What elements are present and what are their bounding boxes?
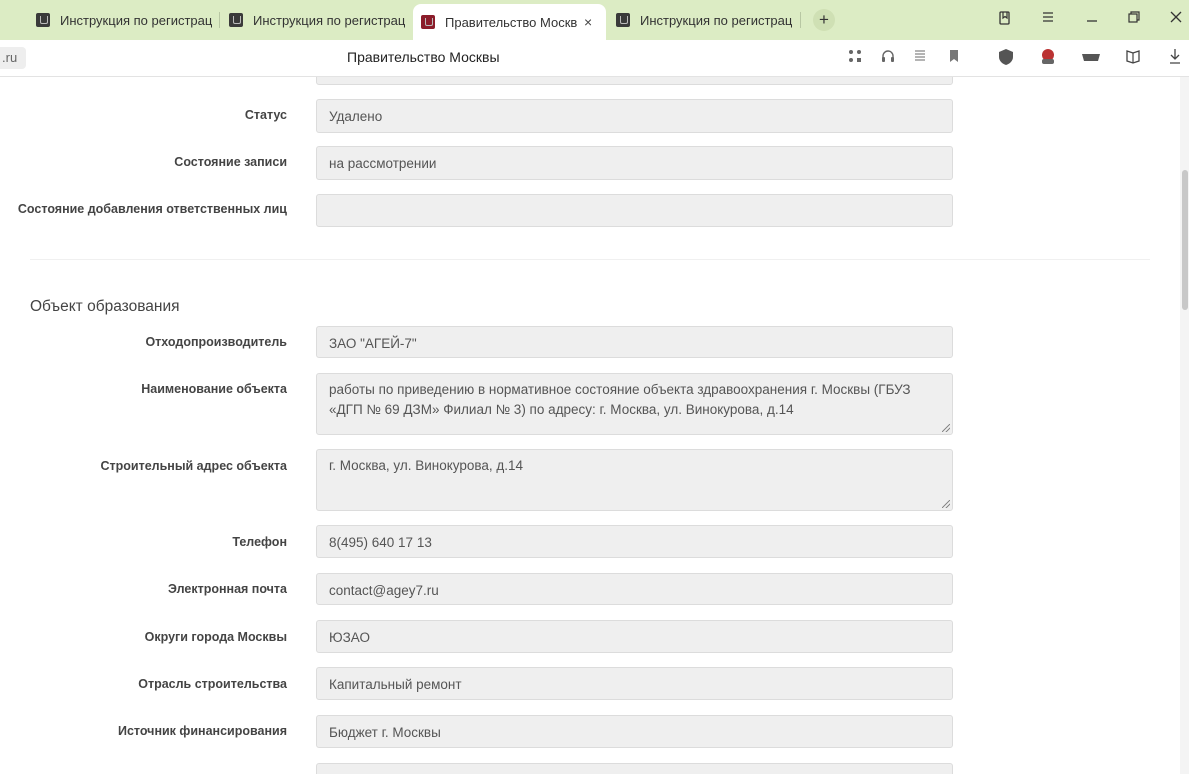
field-label: Строительный адрес объекта	[100, 459, 287, 473]
district-field[interactable]: ЮЗАО	[316, 620, 953, 653]
field-label: Округи города Москвы	[144, 630, 287, 644]
tab-label: Инструкция по регистрац	[640, 12, 793, 28]
tab-strip: Инструкция по регистрац Инструкция по ре…	[0, 0, 1189, 40]
tab-label: Правительство Москвы	[445, 14, 578, 30]
tab-label: Инструкция по регистрац	[253, 12, 406, 28]
label-box: Наименование объекта	[10, 380, 287, 420]
label-box: Округи города Москвы	[10, 628, 287, 668]
shield-icon[interactable]	[997, 48, 1015, 70]
record-state-field[interactable]: на рассмотрении	[316, 146, 953, 180]
cut-off-field	[316, 763, 953, 774]
browser-tab[interactable]: Инструкция по регистрац	[28, 4, 218, 36]
label-box: Телефон	[10, 533, 287, 573]
waste-producer-field[interactable]: ЗАО "АГЕЙ-7"	[316, 326, 953, 358]
field-label: Статус	[244, 108, 287, 122]
site-favicon-icon	[616, 13, 630, 27]
extension-icon[interactable]	[1038, 48, 1058, 70]
tab-separator	[800, 12, 801, 28]
browser-tab[interactable]: Инструкция по регистрац	[608, 4, 798, 36]
construction-industry-field[interactable]: Капитальный ремонт	[316, 667, 953, 700]
site-favicon-icon	[229, 13, 243, 27]
field-label: Наименование объекта	[141, 382, 287, 396]
downloads-tray-icon[interactable]	[1081, 48, 1101, 68]
field-label: Отходопроизводитель	[145, 335, 287, 349]
page-title: Правительство Москвы	[347, 49, 500, 65]
section-title: Объект образования	[30, 298, 180, 315]
tab-separator	[219, 12, 220, 28]
scrollbar-thumb[interactable]	[1182, 170, 1188, 310]
field-label: Телефон	[232, 535, 287, 549]
field-label: Источник финансирования	[117, 724, 287, 738]
label-box: Источник финансирования	[10, 722, 287, 762]
headphones-icon[interactable]	[880, 48, 896, 68]
close-tab-icon[interactable]: ×	[584, 14, 592, 30]
browser-tab-active[interactable]: Правительство Москвы ×	[413, 4, 606, 40]
phone-field[interactable]: 8(495) 640 17 13	[316, 525, 953, 558]
construction-address-textarea[interactable]: г. Москва, ул. Винокурова, д.14	[316, 449, 953, 511]
field-label: Отрасль строительства	[138, 677, 287, 691]
responsible-persons-state-field[interactable]	[316, 194, 953, 227]
label-box: Статус	[10, 106, 287, 146]
status-field[interactable]: Удалено	[316, 99, 953, 133]
funding-source-field[interactable]: Бюджет г. Москвы	[316, 715, 953, 748]
site-favicon-icon	[421, 15, 435, 29]
field-label: Электронная почта	[168, 582, 287, 596]
minimize-icon[interactable]	[1085, 10, 1099, 28]
label-box: Состояние записи	[10, 153, 287, 193]
resize-grip-icon[interactable]	[942, 424, 950, 432]
field-label: Состояние записи	[174, 155, 287, 169]
object-name-textarea[interactable]: работы по приведению в нормативное состо…	[316, 373, 953, 435]
download-icon[interactable]	[1168, 48, 1182, 68]
close-window-icon[interactable]	[1169, 10, 1183, 28]
cut-off-field	[316, 77, 953, 85]
email-field[interactable]: contact@agey7.ru	[316, 573, 953, 605]
menu-icon[interactable]	[1041, 10, 1055, 28]
page-content: Статус Удалено Состояние записи на рассм…	[10, 77, 1162, 774]
reading-list-icon[interactable]	[912, 48, 928, 68]
browser-tab[interactable]: Инструкция по регистрац	[221, 4, 411, 36]
new-tab-button[interactable]: +	[813, 9, 835, 31]
tab-label: Инструкция по регистрац	[60, 12, 213, 28]
bookmark-icon[interactable]	[947, 48, 961, 68]
label-box: Отходопроизводитель	[10, 333, 287, 373]
url-field[interactable]: .ru	[0, 47, 26, 69]
collections-icon[interactable]	[1124, 48, 1142, 70]
bookmarks-panel-icon[interactable]	[997, 10, 1013, 30]
reader-mode-icon[interactable]	[847, 48, 863, 68]
label-box: Состояние добавления ответственных лиц	[10, 200, 287, 240]
address-bar: .ru Правительство Москвы	[0, 40, 1189, 77]
field-label: Состояние добавления ответственных лиц	[17, 202, 287, 216]
textarea-text: г. Москва, ул. Винокурова, д.14	[329, 458, 524, 473]
section-divider	[30, 259, 1150, 260]
textarea-text: работы по приведению в нормативное состо…	[329, 382, 911, 417]
resize-grip-icon[interactable]	[942, 500, 950, 508]
site-favicon-icon	[36, 13, 50, 27]
label-box: Отрасль строительства	[10, 675, 287, 715]
label-box: Строительный адрес объекта	[10, 457, 287, 497]
restore-icon[interactable]	[1127, 10, 1141, 28]
label-box: Электронная почта	[10, 580, 287, 620]
